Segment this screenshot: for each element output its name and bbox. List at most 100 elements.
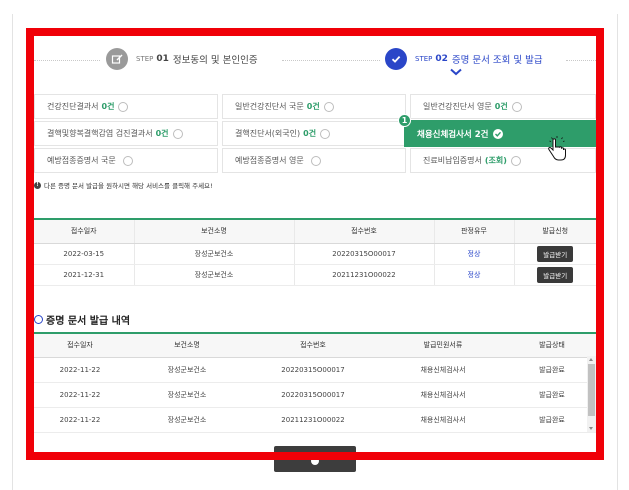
chevron-down-icon bbox=[450, 68, 462, 76]
cell-doc: 채용신체검사서 bbox=[378, 357, 508, 383]
service-tb-foreigner[interactable]: 결핵진단서(외국인) 0건 bbox=[222, 121, 406, 146]
column-header: 접수일자 bbox=[34, 219, 135, 244]
column-header: 접수번호 bbox=[248, 333, 378, 358]
cell-date: 2022-03-15 bbox=[34, 243, 135, 265]
step-2-label: STEP bbox=[415, 55, 433, 63]
table-header-row: 접수일자 보건소명 접수번호 발급민원서류 발급상태 bbox=[34, 333, 596, 358]
step-2: STEP 02 증명 문서 조회 및 발급 bbox=[385, 48, 543, 70]
table-row: 2022-11-22 장성군보건소 20211231O00022 채용신체검사서… bbox=[34, 407, 596, 433]
cell-status: 발급완료 bbox=[508, 407, 596, 433]
service-vaccination-kr[interactable]: 예방접종증명서 국문 bbox=[34, 148, 218, 173]
service-count: 0건 bbox=[155, 129, 169, 138]
table-row: 2022-11-22 장성군보건소 20220315O00017 채용신체검사서… bbox=[34, 382, 596, 408]
cell-number: 20220315O00017 bbox=[248, 382, 378, 408]
column-header: 접수번호 bbox=[294, 219, 435, 244]
cell-date: 2022-11-22 bbox=[34, 357, 126, 383]
scroll-up-arrow[interactable] bbox=[589, 358, 593, 361]
cell-center: 장성군보건소 bbox=[126, 357, 248, 383]
step-2-number: 02 bbox=[435, 54, 448, 64]
step-1: STEP 01 정보동의 및 본인인증 bbox=[106, 48, 258, 70]
table-header-row: 접수일자 보건소명 접수번호 판정유무 발급신청 bbox=[34, 219, 596, 244]
column-header: 발급상태 bbox=[508, 333, 596, 358]
cell-status: 발급완료 bbox=[508, 357, 596, 383]
circle-icon bbox=[311, 457, 319, 465]
check-icon bbox=[323, 101, 334, 112]
service-general-en[interactable]: 일반건강진단서 영문 0건 bbox=[410, 94, 596, 119]
service-count: 2건 bbox=[474, 129, 489, 140]
step-1-title: 정보동의 및 본인인증 bbox=[172, 55, 258, 66]
cell-number: 20220315O00017 bbox=[294, 243, 435, 265]
service-count: 0건 bbox=[101, 102, 115, 111]
cell-center: 장성군보건소 bbox=[134, 243, 295, 265]
results-table: 접수일자 보건소명 접수번호 판정유무 발급신청 2022-03-15 장성군보… bbox=[34, 218, 596, 286]
column-header: 발급민원서류 bbox=[378, 333, 508, 358]
cell-date: 2022-11-22 bbox=[34, 382, 126, 408]
service-count: (조회) bbox=[484, 156, 507, 165]
column-header: 발급신청 bbox=[514, 219, 596, 244]
notice: ! 다른 증명 문서 발급을 원하시면 해당 서비스를 클릭해 주세요! bbox=[34, 180, 213, 190]
cell-action: 발급받기 bbox=[514, 243, 596, 265]
issue-button[interactable]: 발급받기 bbox=[537, 245, 574, 262]
service-name: 건강진단결과서 bbox=[47, 102, 99, 111]
service-general-kr[interactable]: 일반건강진단서 국문 0건 bbox=[222, 94, 406, 119]
column-header: 보건소명 bbox=[134, 219, 295, 244]
check-icon bbox=[172, 128, 183, 139]
service-tb-screening[interactable]: 결핵및향복결핵감염 검진결과서 0건 bbox=[34, 121, 218, 146]
bottom-action-button[interactable] bbox=[274, 446, 356, 472]
history-title-text: 증명 문서 발급 내역 bbox=[46, 316, 131, 327]
cell-result: 정상 bbox=[434, 264, 515, 286]
main-content: STEP 01 정보동의 및 본인인증 STEP 02 증명 문서 조회 및 발… bbox=[34, 36, 596, 452]
service-name: 예방접종증명서 영문 bbox=[235, 156, 304, 165]
check-circle-icon bbox=[385, 48, 407, 70]
cell-number: 20220315O00017 bbox=[248, 357, 378, 383]
cell-date: 2022-11-22 bbox=[34, 407, 126, 433]
step-1-number: 01 bbox=[156, 54, 169, 64]
service-vaccination-en[interactable]: 예방접종증명서 영문 bbox=[222, 148, 406, 173]
notice-text: 다른 증명 문서 발급을 원하시면 해당 서비스를 클릭해 주세요! bbox=[44, 182, 213, 190]
history-section-title: 증명 문서 발급 내역 bbox=[34, 312, 130, 327]
check-icon bbox=[310, 155, 321, 166]
edit-icon bbox=[106, 48, 128, 70]
cell-doc: 채용신체검사서 bbox=[378, 407, 508, 433]
history-icon bbox=[34, 315, 43, 324]
cell-center: 장성군보건소 bbox=[126, 382, 248, 408]
check-icon bbox=[510, 155, 521, 166]
service-name: 채용신체검사서 bbox=[417, 129, 472, 140]
service-count: 0건 bbox=[306, 102, 320, 111]
service-count: 0건 bbox=[494, 102, 508, 111]
service-name: 일반건강진단서 영문 bbox=[423, 102, 492, 111]
service-name: 결핵및향복결핵감염 검진결과서 bbox=[47, 129, 153, 138]
step-2-title: 증명 문서 조회 및 발급 bbox=[451, 55, 543, 66]
service-name: 진료비납입증명서 bbox=[423, 156, 482, 165]
service-medical-payment[interactable]: 진료비납입증명서 (조회) bbox=[410, 148, 596, 173]
service-health-result[interactable]: 건강진단결과서 0건 bbox=[34, 94, 218, 119]
cell-number: 20211231O00022 bbox=[248, 407, 378, 433]
issue-button[interactable]: 발급받기 bbox=[537, 266, 574, 283]
cell-action: 발급받기 bbox=[514, 264, 596, 286]
scroll-down-arrow[interactable] bbox=[589, 427, 593, 430]
table-row: 2021-12-31 장성군보건소 20211231O00022 정상 발급받기 bbox=[34, 264, 596, 286]
cell-doc: 채용신체검사서 bbox=[378, 382, 508, 408]
check-icon bbox=[320, 128, 331, 139]
check-circle-icon bbox=[492, 128, 503, 139]
history-scrollbar[interactable] bbox=[587, 356, 596, 432]
cell-date: 2021-12-31 bbox=[34, 264, 135, 286]
hand-pointer-icon bbox=[548, 136, 566, 161]
cell-status: 발급완료 bbox=[508, 382, 596, 408]
scroll-thumb[interactable] bbox=[588, 364, 595, 416]
service-name: 예방접종증명서 국문 bbox=[47, 156, 116, 165]
step-1-label: STEP bbox=[136, 55, 154, 63]
check-icon bbox=[511, 101, 522, 112]
step-indicator: STEP 01 정보동의 및 본인인증 STEP 02 증명 문서 조회 및 발… bbox=[34, 36, 596, 84]
column-header: 판정유무 bbox=[434, 219, 515, 244]
cell-center: 장성군보건소 bbox=[134, 264, 295, 286]
cell-number: 20211231O00022 bbox=[294, 264, 435, 286]
info-icon: ! bbox=[34, 181, 41, 189]
check-icon bbox=[118, 101, 129, 112]
step-number-badge: 1 bbox=[398, 114, 411, 127]
service-count: 0건 bbox=[303, 129, 317, 138]
service-name: 결핵진단서(외국인) bbox=[235, 129, 301, 138]
table-row: 2022-03-15 장성군보건소 20220315O00017 정상 발급받기 bbox=[34, 243, 596, 265]
cell-center: 장성군보건소 bbox=[126, 407, 248, 433]
cell-result: 정상 bbox=[434, 243, 515, 265]
